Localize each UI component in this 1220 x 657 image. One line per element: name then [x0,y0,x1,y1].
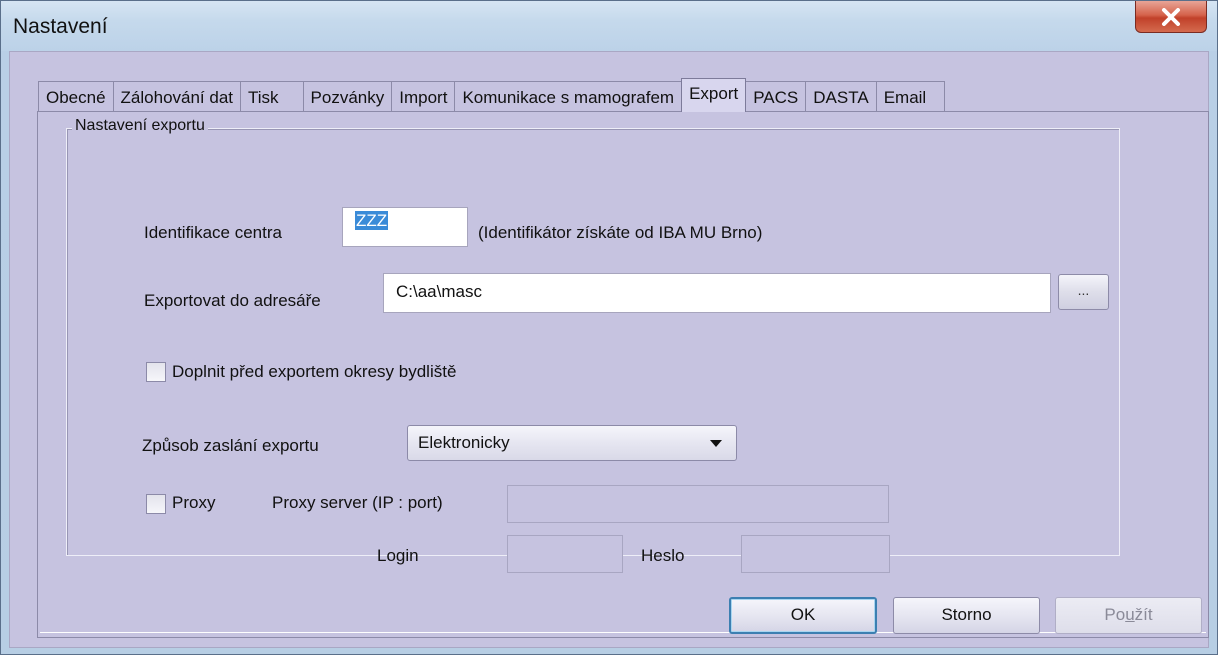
login-input[interactable] [507,535,623,573]
center-id-value: ZZZ [355,211,389,230]
cancel-button[interactable]: Storno [893,597,1040,634]
export-tab-panel: Nastavení exportu Identifikace centra ZZ… [37,111,1209,638]
proxy-label: Proxy [172,493,216,512]
group-label: Nastavení exportu [72,117,208,135]
apply-label-end: žít [1134,605,1153,624]
password-input[interactable] [741,535,890,573]
dialog-body: Obecné Zálohování dat Tisk Pozvánky Impo… [9,51,1209,648]
tab-pacs[interactable]: PACS [745,81,807,112]
close-button[interactable] [1135,1,1207,33]
window-title: Nastavení [13,15,108,38]
export-dir-value: C:\aa\masc [396,282,482,301]
tab-export[interactable]: Export [681,78,747,112]
tab-dasta[interactable]: DASTA [805,81,877,112]
send-method-label: Způsob zaslání exportu [142,436,319,455]
tab-email[interactable]: Email [875,81,946,112]
tab-pozvanky[interactable]: Pozvánky [302,81,393,112]
tab-zalohovani-dat[interactable]: Zálohování dat [112,81,242,112]
close-icon [1162,7,1180,26]
password-label: Heslo [641,546,685,565]
proxy-server-label: Proxy server (IP : port) [272,493,443,512]
center-id-label: Identifikace centra [144,223,282,242]
chevron-down-icon [710,440,722,447]
title-bar[interactable]: Nastavení [1,1,1217,51]
ok-button[interactable]: OK [729,597,877,634]
apply-label-accel: u [1125,605,1135,624]
login-label: Login [377,546,419,565]
apply-button[interactable]: Použít [1055,597,1202,634]
tab-komunikace-s-mamografem[interactable]: Komunikace s mamografem [454,81,683,112]
tab-tisk[interactable]: Tisk [240,81,304,112]
center-id-input[interactable]: ZZZ [342,207,468,247]
tab-obecne[interactable]: Obecné [38,81,114,112]
browse-button[interactable]: ... [1058,274,1109,310]
export-dir-input[interactable]: C:\aa\masc [383,273,1051,313]
settings-window: Nastavení Obecné Zálohování dat Tisk Poz… [0,0,1218,655]
fill-districts-label: Doplnit před exportem okresy bydliště [172,362,457,381]
center-id-hint: (Identifikátor získáte od IBA MU Brno) [478,223,763,242]
proxy-checkbox[interactable] [146,494,166,514]
tab-import[interactable]: Import [391,81,456,112]
tab-strip: Obecné Zálohování dat Tisk Pozvánky Impo… [38,78,946,112]
fill-districts-checkbox[interactable] [146,362,166,382]
export-dir-label: Exportovat do adresáře [144,291,321,310]
apply-label-start: Po [1104,605,1126,624]
send-method-value: Elektronicky [418,433,510,452]
send-method-select[interactable]: Elektronicky [407,425,737,461]
proxy-server-input[interactable] [507,485,889,523]
